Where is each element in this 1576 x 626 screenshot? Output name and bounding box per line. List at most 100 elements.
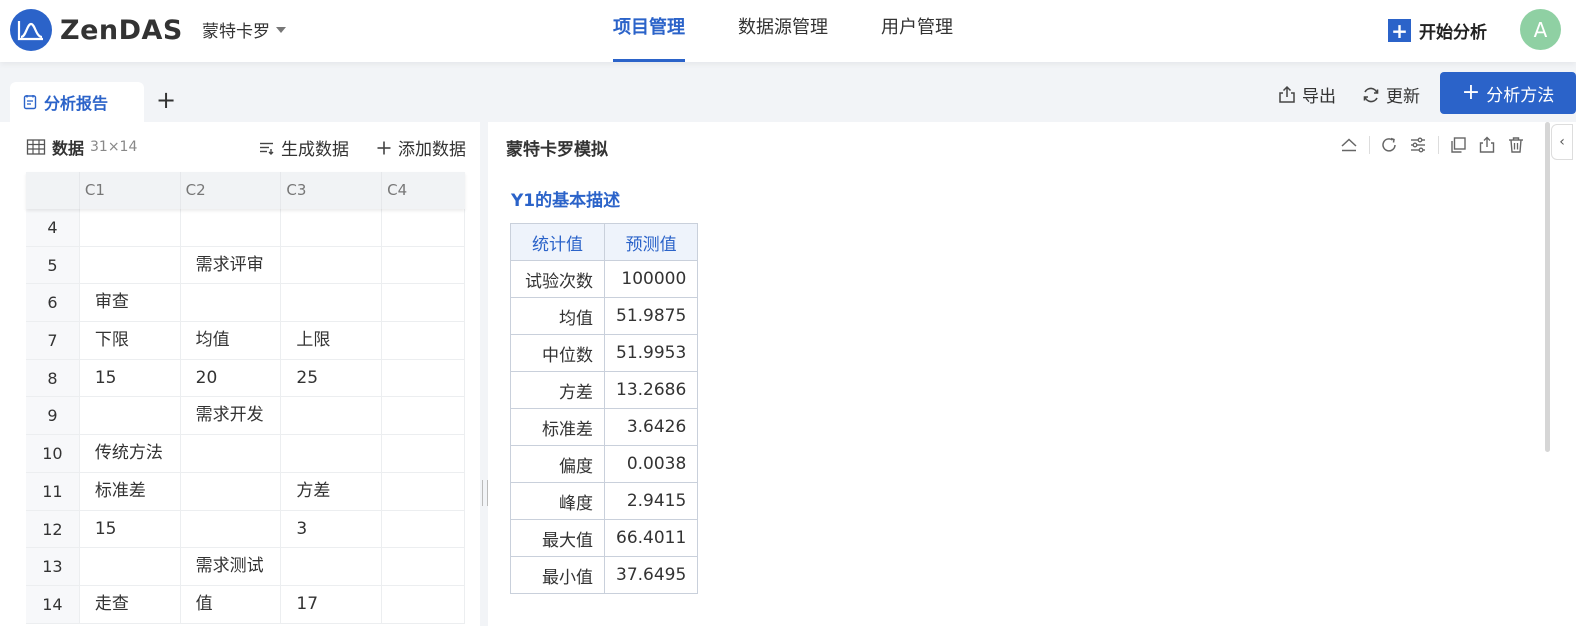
main-nav: 项目管理 数据源管理 用户管理 [613, 0, 1006, 62]
row-index[interactable]: 10 [26, 435, 80, 472]
nav-user-management[interactable]: 用户管理 [881, 0, 953, 62]
grid-cell[interactable]: 20 [181, 359, 282, 397]
report-tab-bar: 分析报告 + 导出 更新 + 分析方法 [0, 62, 1576, 122]
grid-cell[interactable] [382, 284, 465, 322]
table-row: 4 [26, 209, 465, 247]
collapse-up-icon[interactable] [1340, 136, 1358, 154]
generate-data-button[interactable]: 生成数据 [259, 135, 349, 160]
settings-sliders-icon[interactable] [1409, 136, 1427, 154]
start-analysis-button[interactable]: + 开始分析 [1388, 18, 1487, 43]
stat-value: 66.4011 [603, 519, 699, 557]
row-index[interactable]: 4 [26, 209, 80, 246]
grid-cell[interactable] [382, 246, 465, 284]
grid-cell[interactable] [382, 548, 465, 585]
table-row: 8 15 20 25 [26, 359, 465, 398]
grid-cell[interactable] [382, 322, 465, 359]
app-logo[interactable]: ZenDAS [10, 8, 183, 52]
reload-icon[interactable] [1380, 136, 1398, 154]
nav-project-management[interactable]: 项目管理 [613, 0, 685, 62]
grid-cell[interactable]: 上限 [281, 322, 383, 359]
table-row: 10 传统方法 [26, 435, 465, 473]
export-button[interactable]: 导出 [1277, 82, 1336, 107]
grid-cell[interactable]: 下限 [80, 322, 181, 359]
grid-cell[interactable] [281, 209, 383, 246]
row-index[interactable]: 7 [26, 322, 80, 359]
column-header-c3[interactable]: C3 [281, 172, 383, 209]
stat-label: 最小值 [510, 556, 605, 594]
project-selector[interactable]: 蒙特卡罗 [202, 17, 286, 42]
stats-row: 中位数 51.9953 [510, 334, 699, 372]
grid-cell[interactable]: 均值 [181, 322, 282, 359]
logo-chart-icon [10, 9, 52, 51]
delete-icon[interactable] [1507, 136, 1525, 154]
panel-splitter-handle[interactable] [480, 122, 488, 626]
add-tab-button[interactable]: + [156, 88, 176, 112]
add-data-button[interactable]: 添加数据 [376, 135, 466, 160]
row-index[interactable]: 8 [26, 359, 80, 397]
column-header-c1[interactable]: C1 [80, 172, 181, 209]
grid-cell[interactable] [382, 510, 465, 548]
row-index[interactable]: 12 [26, 510, 80, 548]
grid-cell[interactable]: 方差 [281, 472, 383, 510]
result-panel: 蒙特卡罗模拟 ‹ Y1的基本描述 统计值 预测值 试验次数 100000 均值 … [488, 122, 1576, 626]
grid-cell[interactable] [382, 585, 465, 623]
grid-cell[interactable] [281, 246, 383, 284]
analysis-method-button[interactable]: + 分析方法 [1440, 72, 1576, 114]
grid-cell[interactable] [281, 284, 383, 322]
grid-cell[interactable] [382, 359, 465, 397]
grid-cell[interactable] [80, 209, 181, 246]
column-header-c2[interactable]: C2 [181, 172, 282, 209]
grid-cell[interactable]: 标准差 [80, 472, 181, 510]
grid-cell[interactable]: 走查 [80, 585, 181, 623]
grid-cell[interactable]: 17 [281, 585, 383, 623]
row-index[interactable]: 9 [26, 397, 80, 435]
grid-cell[interactable] [181, 472, 282, 510]
grid-cell[interactable]: 审查 [80, 284, 181, 322]
refresh-button[interactable]: 更新 [1361, 82, 1420, 107]
grid-cell[interactable] [382, 472, 465, 510]
grid-cell[interactable]: 需求评审 [181, 246, 282, 284]
row-index[interactable]: 14 [26, 585, 80, 623]
grid-cell[interactable] [80, 397, 181, 435]
user-avatar[interactable]: A [1520, 9, 1561, 50]
grid-cell[interactable] [382, 209, 465, 246]
grid-cell[interactable] [281, 548, 383, 585]
grid-cell[interactable] [281, 397, 383, 435]
caret-down-icon [276, 26, 286, 33]
grid-cell[interactable]: 3 [281, 510, 383, 548]
grid-cell[interactable] [181, 209, 282, 246]
toolbar-divider [1369, 136, 1370, 154]
grid-cell[interactable] [181, 510, 282, 548]
copy-icon[interactable] [1449, 136, 1467, 154]
stats-header-row: 统计值 预测值 [510, 223, 699, 261]
plus-icon: + [1461, 80, 1481, 105]
stat-label: 标准差 [510, 408, 605, 446]
grid-cell[interactable]: 25 [281, 359, 383, 397]
grid-cell[interactable] [382, 435, 465, 472]
result-scrollbar[interactable] [1545, 122, 1550, 452]
tab-analysis-report[interactable]: 分析报告 [10, 82, 144, 122]
column-header-c4[interactable]: C4 [382, 172, 465, 209]
share-icon[interactable] [1478, 136, 1496, 154]
project-name: 蒙特卡罗 [202, 22, 270, 42]
grid-cell[interactable]: 传统方法 [80, 435, 181, 472]
grid-cell[interactable] [80, 246, 181, 284]
grid-cell[interactable] [181, 284, 282, 322]
row-index[interactable]: 6 [26, 284, 80, 322]
row-index[interactable]: 11 [26, 472, 80, 510]
row-index[interactable]: 5 [26, 246, 80, 284]
grid-cell[interactable] [382, 397, 465, 435]
nav-datasource-management[interactable]: 数据源管理 [738, 0, 828, 62]
grid-cell[interactable] [181, 435, 282, 472]
row-index[interactable]: 13 [26, 548, 80, 585]
grid-cell[interactable]: 需求开发 [181, 397, 282, 435]
grid-cell[interactable] [80, 548, 181, 585]
grid-cell[interactable]: 15 [80, 359, 181, 397]
grid-cell[interactable] [281, 435, 383, 472]
collapse-panel-button[interactable]: ‹ [1551, 124, 1573, 160]
grid-cell[interactable]: 15 [80, 510, 181, 548]
grid-corner[interactable] [26, 172, 80, 209]
stats-row: 峰度 2.9415 [510, 482, 699, 520]
grid-cell[interactable]: 需求测试 [181, 548, 282, 585]
grid-cell[interactable]: 值 [181, 585, 282, 623]
